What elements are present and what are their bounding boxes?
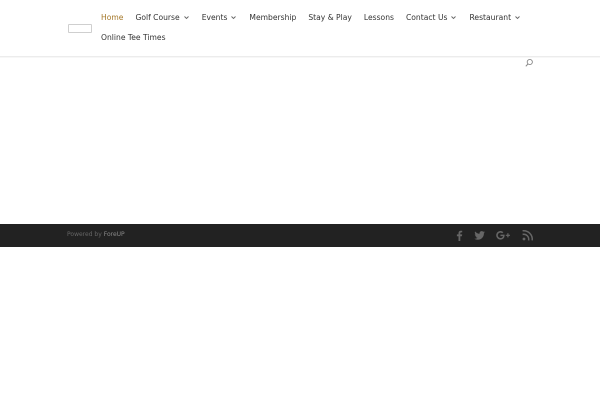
footer-credit-prefix: Powered by [67, 231, 102, 238]
nav-item-label: Restaurant [469, 12, 512, 22]
nav-item-contact-us[interactable]: Contact Us [406, 13, 457, 22]
nav-item-home[interactable]: Home [101, 13, 123, 22]
site-header: Home Golf Course Events Membership Stay … [0, 0, 600, 67]
footer-credit-brand-link[interactable]: ForeUP [104, 231, 125, 238]
chevron-down-icon [514, 14, 521, 21]
nav-row-primary: Home Golf Course Events Membership Stay … [101, 0, 533, 34]
nav-item-golf-course[interactable]: Golf Course [135, 13, 189, 22]
site-footer: Powered by ForeUP [0, 224, 600, 247]
footer-credit: Powered by ForeUP [67, 231, 125, 238]
chevron-down-icon [230, 14, 237, 21]
nav-item-label: Contact Us [405, 12, 448, 22]
nav-item-lessons[interactable]: Lessons [364, 13, 394, 22]
search-icon[interactable] [524, 53, 534, 67]
nav-item-restaurant[interactable]: Restaurant [469, 13, 521, 22]
nav-item-stay-and-play[interactable]: Stay & Play [308, 13, 352, 22]
twitter-icon[interactable] [473, 229, 486, 242]
nav-item-label: Golf Course [135, 12, 180, 22]
nav-item-online-tee-times[interactable]: Online Tee Times [101, 33, 166, 42]
google-plus-icon[interactable] [495, 229, 512, 242]
chevron-down-icon [450, 14, 457, 21]
facebook-icon[interactable] [453, 229, 466, 242]
page: Home Golf Course Events Membership Stay … [0, 0, 600, 400]
nav-item-label: Events [201, 12, 228, 22]
nav-item-events[interactable]: Events [202, 13, 238, 22]
nav-row-secondary: Online Tee Times [101, 30, 178, 44]
rss-icon[interactable] [521, 229, 534, 242]
chevron-down-icon [183, 14, 190, 21]
nav-item-membership[interactable]: Membership [249, 13, 296, 22]
site-logo[interactable] [68, 24, 92, 33]
